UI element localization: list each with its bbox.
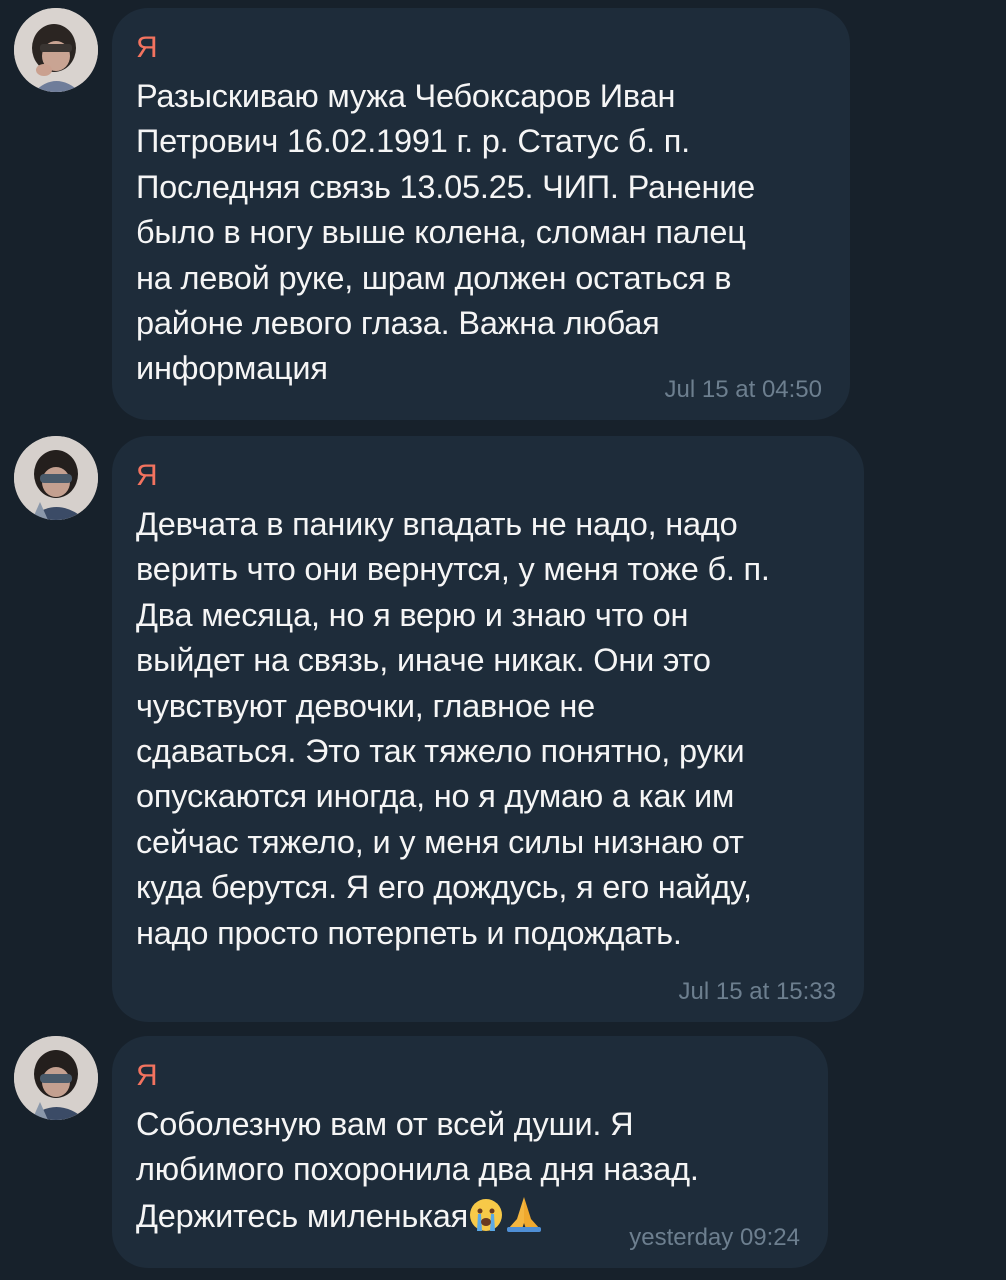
avatar-photo xyxy=(14,1036,98,1120)
avatar-photo xyxy=(14,8,98,92)
sender-avatar[interactable] xyxy=(14,8,98,92)
sender-avatar[interactable] xyxy=(14,1036,98,1120)
message-text: Девчата в панику впадать не надо, надо в… xyxy=(136,506,770,951)
sender-avatar[interactable] xyxy=(14,436,98,520)
message-bubble[interactable]: Я Девчата в панику впадать не надо, надо… xyxy=(112,436,864,1022)
message-text-content: Соболезную вам от всей души. Я любимого … xyxy=(136,1106,699,1234)
message-sender[interactable]: Я xyxy=(136,30,824,68)
message-sender[interactable]: Я xyxy=(136,458,838,496)
message-text: Соболезную вам от всей души. Я любимого … xyxy=(136,1102,802,1239)
crying-face-emoji-icon xyxy=(470,1198,503,1231)
message-timestamp: Jul 15 at 15:33 xyxy=(678,978,836,1005)
avatar-photo xyxy=(14,436,98,520)
folded-hands-emoji-icon xyxy=(507,1196,542,1232)
message-timestamp: yesterday 09:24 xyxy=(629,1224,800,1251)
message-sender[interactable]: Я xyxy=(136,1058,802,1096)
message-timestamp: Jul 15 at 04:50 xyxy=(664,376,822,403)
chat-history: Я Разыскиваю мужа Чебоксаров Иван Петров… xyxy=(0,0,1006,1280)
message-bubble[interactable]: Я Разыскиваю мужа Чебоксаров Иван Петров… xyxy=(112,8,850,420)
message-text: Разыскиваю мужа Чебоксаров Иван Петрович… xyxy=(136,78,756,387)
message-bubble[interactable]: Я Соболезную вам от всей души. Я любимог… xyxy=(112,1036,828,1268)
